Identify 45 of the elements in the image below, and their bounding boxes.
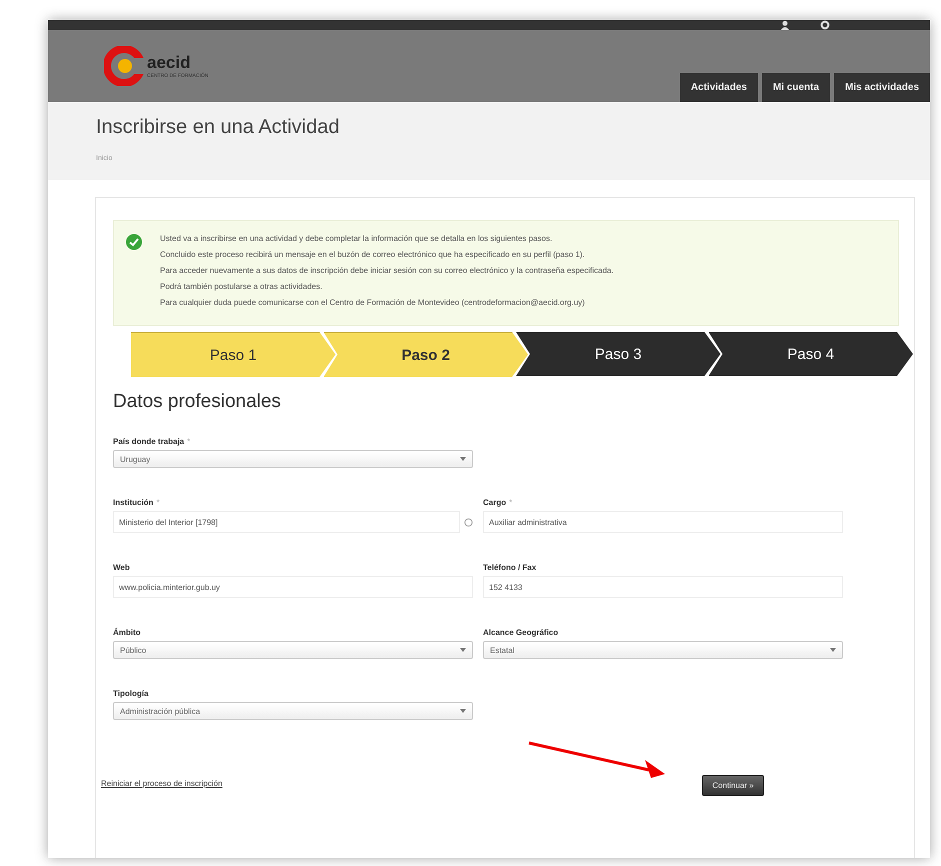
field-label: Web (113, 563, 130, 572)
required-mark: * (187, 437, 190, 446)
info-text: Podrá también postularse a otras actividades. (160, 281, 324, 293)
field-label: Alcance Geográfico (483, 628, 558, 637)
settings-icon[interactable] (820, 20, 830, 30)
field-label: Tipología (113, 689, 148, 698)
nav-tab[interactable]: Mis actividades (834, 73, 930, 102)
user-icon[interactable] (780, 20, 790, 30)
select-field[interactable]: Público (113, 641, 473, 659)
field-label: Teléfono / Fax (483, 563, 536, 572)
logo-icon (104, 46, 144, 86)
field-label: Institución (113, 498, 154, 507)
input-field[interactable]: www.policia.minterior.gub.uy (113, 576, 473, 598)
info-text: Para acceder nuevamente a sus datos de inscripción debe iniciar sesión con su correo electrónico y la contraseña especificada. (160, 265, 614, 277)
wizard-step: Paso 4 (708, 332, 913, 376)
input-field[interactable]: Auxiliar administrativa (483, 511, 843, 533)
select-field[interactable]: Estatal (483, 641, 843, 659)
caret-icon (460, 709, 466, 713)
page-title: Inscribirse en una Actividad (96, 116, 340, 139)
continue-button[interactable]: Continuar » (702, 775, 764, 796)
field-label: Ámbito (113, 628, 141, 637)
input-field[interactable]: 152 4133 (483, 576, 843, 598)
caret-icon (460, 457, 466, 461)
info-text: Para cualquier duda puede comunicarse con el Centro de Formación de Montevideo (centrodeformacion@aecid.org.uy) (160, 297, 586, 309)
loading-icon (464, 518, 473, 526)
check-icon (126, 234, 142, 250)
caret-icon (460, 648, 466, 652)
input-field[interactable]: Ministerio del Interior [1798] (113, 511, 460, 533)
info-text: Usted va a inscribirse en una actividad y debe completar la información que se detalla en los siguientes pasos. (160, 233, 554, 245)
field-label: País donde trabaja (113, 437, 184, 446)
required-mark: * (156, 498, 160, 507)
logo-text: aecid (147, 53, 192, 72)
nav-tab[interactable]: Mi cuenta (762, 73, 830, 102)
field-label: Cargo (483, 498, 506, 507)
restart-link[interactable]: Reiniciar el proceso de inscripción (101, 779, 222, 788)
wizard-step: Paso 3 (516, 332, 720, 376)
select-field[interactable]: Uruguay (113, 450, 473, 468)
caret-icon (830, 648, 836, 652)
required-mark: * (509, 498, 512, 507)
section-title: Datos profesionales (113, 391, 282, 413)
wizard-step: Paso 2 (324, 332, 528, 377)
nav-tab[interactable]: Actividades (680, 73, 758, 102)
select-field[interactable]: Administración pública (113, 702, 473, 720)
wizard-step: Paso 1 (131, 332, 336, 377)
info-text: Concluido este proceso recibirá un mensaje en el buzón de correo electrónico que ha especificado en su perfil (paso 1). (160, 249, 586, 261)
